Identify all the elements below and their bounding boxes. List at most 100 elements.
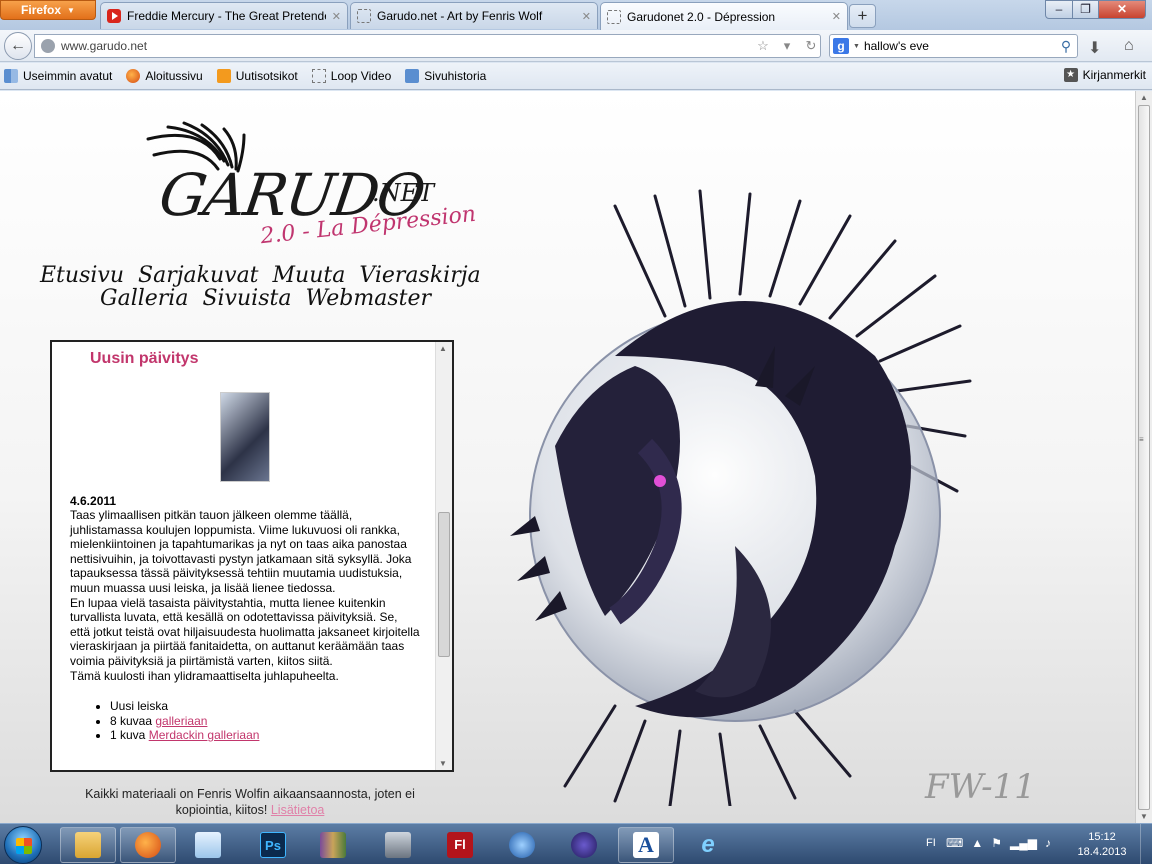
bookmark-headlines[interactable]: Uutisotsikot	[216, 69, 298, 83]
bookmark-loop-video[interactable]: Loop Video	[311, 69, 392, 83]
blank-page-icon	[357, 9, 371, 23]
blank-page-icon	[311, 69, 326, 83]
scroll-down-icon[interactable]: ▼	[439, 759, 447, 768]
page-scrollbar[interactable]: ▲ ≡ ▼	[1135, 91, 1152, 823]
bookmark-start-page[interactable]: Aloitussivu	[126, 69, 203, 83]
nav-link-vieraskirja[interactable]: Vieraskirja	[359, 263, 480, 288]
nav-link-etusivu[interactable]: Etusivu	[40, 263, 124, 288]
tab-close-icon[interactable]: ✕	[332, 10, 341, 23]
tab-label: Garudonet 2.0 - Dépression	[627, 9, 776, 24]
tab-freddie-mercury[interactable]: Freddie Mercury - The Great Pretende... …	[100, 2, 348, 29]
taskbar-notepad[interactable]	[180, 827, 236, 863]
download-icon[interactable]: ⬇	[1088, 38, 1101, 58]
tab-close-icon[interactable]: ✕	[582, 10, 591, 23]
tab-garudonet-depression[interactable]: Garudonet 2.0 - Dépression ✕	[600, 2, 848, 30]
notepad-icon	[195, 832, 221, 858]
scroll-grip-icon: ≡	[1139, 435, 1144, 444]
scroll-down-icon[interactable]: ▼	[1140, 812, 1148, 821]
folder-icon	[75, 832, 101, 858]
bookmark-label: Sivuhistoria	[424, 69, 487, 83]
list-item-text: Uusi leiska	[110, 699, 169, 714]
volume-icon[interactable]: ♪	[1045, 836, 1051, 850]
youtube-icon	[107, 9, 121, 23]
taskbar-explorer[interactable]	[60, 827, 116, 863]
flag-icon[interactable]: ⚑	[991, 836, 1002, 850]
scroll-up-icon[interactable]: ▲	[439, 344, 447, 353]
tab-close-icon[interactable]: ✕	[832, 10, 841, 23]
bar-icon	[4, 69, 18, 83]
nav-link-muuta[interactable]: Muuta	[273, 263, 346, 288]
flash-icon: Fl	[447, 832, 473, 858]
url-text[interactable]: www.garudo.net	[61, 39, 748, 53]
taskbar-flash[interactable]: Fl	[432, 827, 488, 863]
show-desktop-button[interactable]	[1140, 824, 1152, 864]
taskbar-photoshop[interactable]: Ps	[245, 827, 301, 863]
home-icon[interactable]: ⌂	[1124, 37, 1134, 55]
bookmarks-menu-button[interactable]: ★ Kirjanmerkit	[1063, 68, 1146, 82]
clock-date[interactable]: 18.4.2013	[1072, 846, 1132, 858]
chevron-down-icon[interactable]: ▾	[778, 38, 796, 54]
taskbar-printer[interactable]	[370, 827, 426, 863]
language-indicator[interactable]: FI	[926, 837, 936, 849]
taskbar-firefox[interactable]	[120, 827, 176, 863]
firefox-menu-button[interactable]: Firefox ▼	[0, 0, 96, 20]
back-button[interactable]: ←	[4, 32, 32, 60]
bookmark-label: Loop Video	[330, 69, 392, 83]
bookmark-label: Aloitussivu	[145, 69, 203, 83]
close-window-button[interactable]: ✕	[1098, 0, 1146, 19]
nav-link-galleria[interactable]: Galleria	[100, 286, 188, 311]
gallery-link[interactable]: galleriaan	[155, 714, 207, 728]
taskbar-eclipse[interactable]	[556, 827, 612, 863]
search-bar: g ▼ ⚲	[829, 34, 1078, 58]
list-item: 1 kuva Merdackin galleriaan	[110, 728, 437, 743]
bookmark-history[interactable]: Sivuhistoria	[405, 69, 486, 83]
photoshop-icon: Ps	[260, 832, 286, 858]
history-icon	[405, 69, 420, 83]
keyboard-icon[interactable]: ⌨	[946, 836, 963, 850]
nav-link-sivuista[interactable]: Sivuista	[202, 286, 291, 311]
archive-icon	[320, 832, 346, 858]
chevron-down-icon[interactable]: ▼	[853, 43, 860, 50]
chevron-up-icon[interactable]: ▲	[971, 836, 983, 850]
url-bar[interactable]: www.garudo.net ☆ ▾ ↻	[34, 34, 821, 58]
new-tab-button[interactable]: +	[849, 4, 876, 28]
tab-garudo-art[interactable]: Garudo.net - Art by Fenris Wolf ✕	[350, 2, 598, 29]
news-paragraph-2: En lupaa vielä tasaista päivitystahtia, …	[70, 595, 420, 668]
page-content: GARUDO .NET 2.0 - La Dépression Etusivu …	[0, 91, 1135, 823]
news-scrollbar[interactable]: ▲ ▼	[435, 342, 452, 770]
artist-signature: FW-11	[925, 767, 1036, 807]
google-icon[interactable]: g	[833, 38, 849, 54]
bookmark-most-visited[interactable]: Useimmin avatut	[4, 69, 112, 83]
firefox-menu-label: Firefox	[21, 3, 62, 17]
taskbar-winrar[interactable]	[305, 827, 361, 863]
search-icon[interactable]: ⚲	[1055, 38, 1077, 55]
star-bookmark-icon[interactable]: ☆	[754, 38, 772, 54]
news-paragraph-1: Taas ylimaallisen pitkän tauon jälkeen o…	[70, 508, 412, 595]
logo-net-text: .NET	[372, 179, 435, 207]
rss-icon	[216, 69, 231, 83]
nav-link-webmaster[interactable]: Webmaster	[305, 286, 431, 311]
start-button[interactable]	[4, 826, 42, 864]
scroll-up-icon[interactable]: ▲	[1140, 93, 1148, 102]
page-scrollbar-thumb[interactable]	[1138, 105, 1150, 810]
firefox-icon	[126, 69, 141, 83]
tab-label: Freddie Mercury - The Great Pretende...	[127, 9, 326, 23]
site-logo[interactable]: GARUDO .NET 2.0 - La Dépression	[140, 121, 510, 251]
nav-link-sarjakuvat[interactable]: Sarjakuvat	[138, 263, 259, 288]
taskbar-font-viewer[interactable]: A	[618, 827, 674, 863]
news-scrollbar-thumb[interactable]	[438, 512, 450, 657]
copyright-text: Kaikki materiaali on Fenris Wolfin aikaa…	[85, 787, 415, 817]
more-info-link[interactable]: Lisätietoa	[271, 803, 325, 817]
maximize-button[interactable]: ❐	[1072, 0, 1099, 19]
taskbar-internet-explorer[interactable]: e	[680, 827, 736, 863]
system-tray: FI ⌨ ▲ ⚑ ▂▄▆ ♪ 15:12 18.4.2013	[922, 824, 1152, 864]
taskbar-itunes[interactable]	[494, 827, 550, 863]
reload-icon[interactable]: ↻	[802, 38, 820, 54]
signal-icon[interactable]: ▂▄▆	[1010, 836, 1037, 850]
search-input[interactable]	[863, 39, 1051, 53]
merdack-gallery-link[interactable]: Merdackin galleriaan	[149, 728, 260, 742]
news-thumbnail-image[interactable]	[220, 392, 270, 482]
clock-time[interactable]: 15:12	[1072, 831, 1132, 843]
minimize-button[interactable]: –	[1045, 0, 1073, 19]
news-panel: Uusin päivitys 4.6.2011 Taas ylimaallise…	[50, 340, 454, 772]
